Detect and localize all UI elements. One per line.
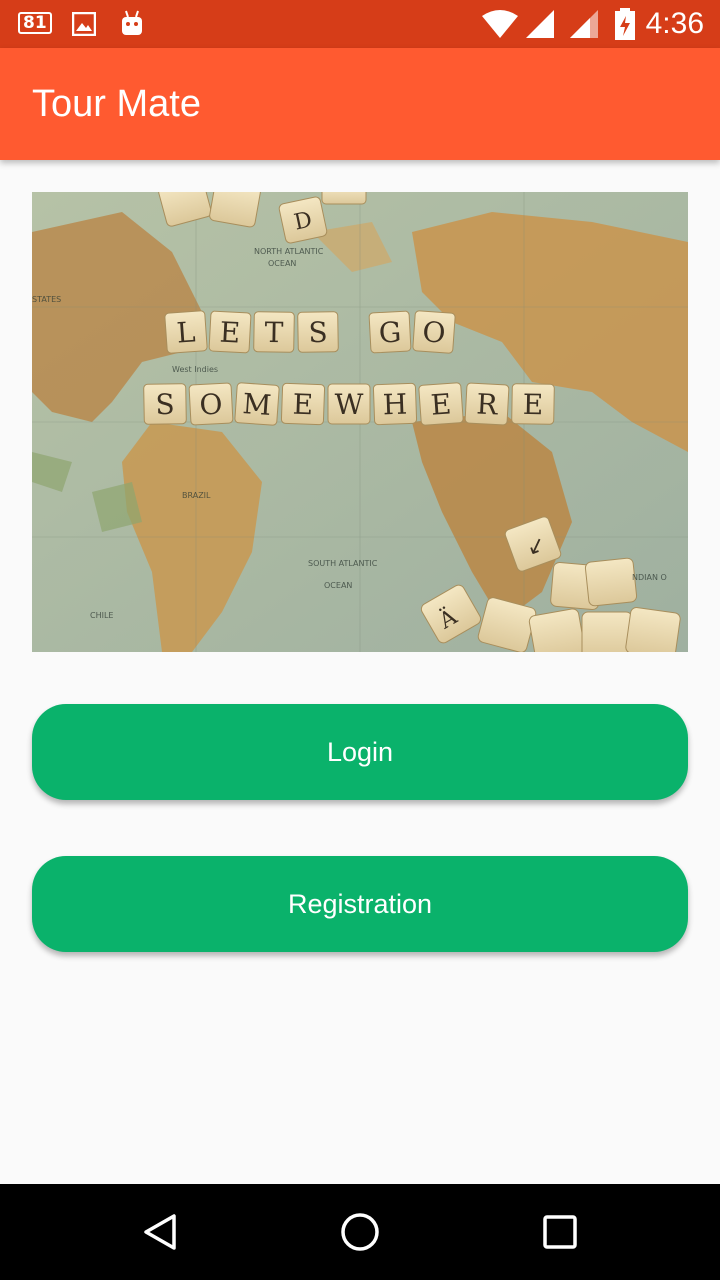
app-title: Tour Mate: [32, 83, 201, 125]
svg-text:OCEAN: OCEAN: [268, 259, 296, 268]
image-icon: [72, 12, 96, 36]
login-button[interactable]: Login: [32, 704, 688, 800]
wifi-icon: [482, 10, 518, 38]
scrabble-tile-letter: L: [176, 315, 197, 349]
navigation-bar: [0, 1184, 720, 1280]
scrabble-tile-letter: E: [292, 388, 314, 422]
scrabble-tile-letter: W: [335, 388, 364, 421]
svg-text:CHILE: CHILE: [90, 611, 113, 620]
scrabble-tile-letter: M: [242, 387, 273, 422]
scrabble-tile-letter: H: [382, 388, 408, 422]
svg-text:BRAZIL: BRAZIL: [182, 491, 211, 500]
scrabble-tile-letter: O: [421, 315, 446, 350]
notification-count: 81: [23, 13, 47, 33]
scrabble-tile-letter: E: [522, 388, 543, 421]
svg-text:NORTH ATLANTIC: NORTH ATLANTIC: [254, 247, 324, 256]
signal-icon: [526, 10, 554, 38]
recents-icon[interactable]: [536, 1208, 584, 1256]
hero-image: D LETSGO SOMEWHERE ↙ Ä NORTH ATLANTIC OC…: [32, 192, 688, 652]
app-bar: Tour Mate: [0, 48, 720, 160]
svg-text:OCEAN: OCEAN: [324, 581, 352, 590]
signal-icon: [570, 10, 598, 38]
scrabble-tile-letter: S: [308, 316, 328, 349]
scrabble-tile-letter: E: [219, 315, 241, 349]
svg-text:West Indies: West Indies: [172, 365, 218, 374]
scrabble-tile-letter: R: [476, 387, 500, 421]
battery-charging-icon: [615, 8, 635, 40]
android-icon: [122, 10, 142, 35]
back-icon[interactable]: [136, 1208, 184, 1256]
scrabble-tile-letter: T: [264, 316, 284, 349]
map-scrabble-image: D LETSGO SOMEWHERE ↙ Ä NORTH ATLANTIC OC…: [32, 192, 688, 652]
notification-count-icon: 81: [18, 12, 52, 34]
scrabble-tile-letter: G: [378, 315, 402, 349]
svg-text:NDIAN O: NDIAN O: [632, 573, 667, 582]
registration-button[interactable]: Registration: [32, 856, 688, 952]
svg-text:STATES: STATES: [32, 295, 61, 304]
status-clock: 4:36: [645, 7, 704, 40]
scrabble-tile-letter: E: [430, 387, 453, 421]
home-icon[interactable]: [336, 1208, 384, 1256]
svg-text:SOUTH ATLANTIC: SOUTH ATLANTIC: [308, 559, 378, 568]
scrabble-tile-letter: S: [155, 388, 175, 421]
status-bar: 81 4:36: [0, 0, 720, 48]
scrabble-tile-letter: O: [199, 387, 224, 421]
